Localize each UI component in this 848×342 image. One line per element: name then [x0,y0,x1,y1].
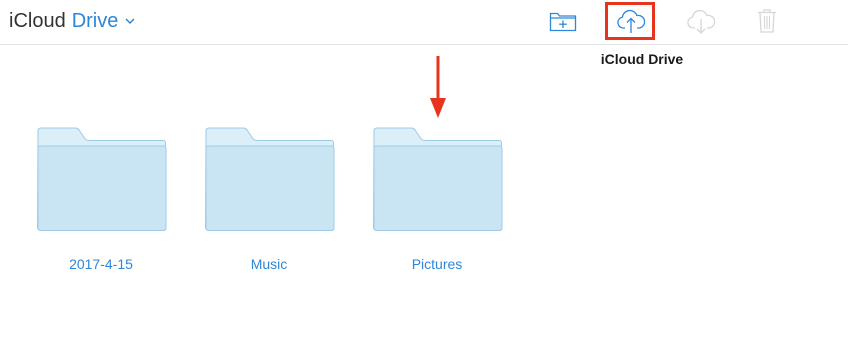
new-folder-button[interactable] [548,7,578,35]
delete-button[interactable] [752,7,782,35]
chevron-down-icon [125,18,135,25]
trash-icon [758,9,776,33]
folder-item[interactable]: 2017-4-15 [21,127,181,277]
folder-name: 2017-4-15 [69,256,133,272]
folder-name: Music [250,256,288,272]
icloud-drive-page: iCloud Drive iCloud Drive 2017-4-15 Musi… [0,0,848,342]
arrow-down-icon [430,56,446,118]
folder-plus-icon [549,12,577,32]
upload-tooltip: iCloud Drive [600,51,684,67]
app-title-menu[interactable]: iCloud Drive [9,9,135,33]
folder-icon [204,127,335,231]
folder-item[interactable]: Music [189,127,349,277]
download-button[interactable] [686,7,716,35]
folder-icon [36,127,167,231]
app-name-label: Drive [71,10,119,32]
folder-item[interactable]: Pictures [357,127,517,277]
cloud-download-icon [687,9,716,34]
highlight-box [605,2,655,40]
folder-icon [372,127,503,231]
folder-name: Pictures [411,256,463,272]
header-bar: iCloud Drive [0,0,848,45]
brand-label: iCloud [9,10,66,32]
